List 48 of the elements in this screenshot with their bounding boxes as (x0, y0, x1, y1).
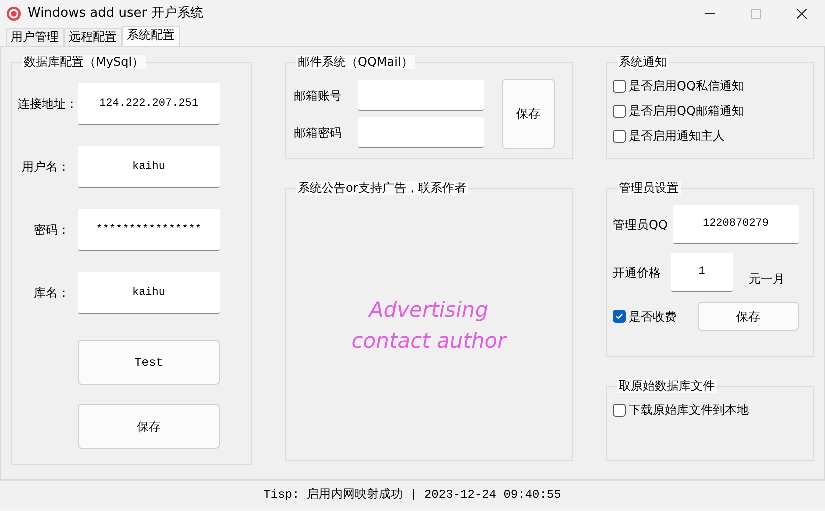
checkbox-label: 是否收费 (629, 308, 677, 326)
input-field[interactable]: kaihu (78, 272, 220, 314)
field-label: 连接地址： (18, 96, 78, 113)
maximize-icon (751, 9, 761, 19)
save-button[interactable]: 保存 (698, 302, 799, 331)
checkbox-label: 是否启用QQ私信通知 (629, 78, 744, 95)
group-title: 取原始数据库文件 (617, 379, 717, 393)
field-label: 密码： (33, 222, 70, 239)
group-title: 数据库配置（MySql） (22, 55, 146, 69)
field-label: 管理员QQ (613, 216, 668, 234)
app-icon (7, 7, 21, 21)
group-title: 系统公告or支持广告，联系作者 (296, 181, 468, 195)
field-label: 用户名： (21, 159, 70, 176)
ad-text: contact author (352, 328, 506, 355)
checkbox[interactable] (613, 80, 626, 92)
window-title: Windows add user 开户系统 (28, 5, 204, 24)
field-label: 库名： (33, 285, 70, 302)
field-label: 邮箱密码 (293, 124, 343, 142)
save-button[interactable]: 保存 (502, 79, 555, 149)
checkbox-label: 是否启用QQ邮箱通知 (629, 103, 744, 120)
field-label: 邮箱账号 (293, 88, 343, 104)
ad-text: Advertising (369, 297, 489, 324)
save-button[interactable]: 保存 (78, 404, 220, 449)
input-field[interactable]: kaihu (78, 146, 220, 188)
checkbox[interactable] (613, 310, 626, 323)
group-title: 邮件系统（QQMail） (296, 55, 416, 69)
checkbox-label: 是否启用通知主人 (629, 128, 725, 145)
input-field[interactable]: **************** (78, 209, 220, 251)
checkbox[interactable] (613, 104, 626, 118)
group-title: 管理员设置 (617, 181, 681, 195)
field-label: 开通价格 (613, 264, 661, 282)
input-field[interactable]: 1220870279 (673, 205, 799, 244)
input-field[interactable] (358, 117, 484, 148)
unit-label: 元一月 (749, 270, 785, 288)
tab[interactable]: 系统配置 (122, 26, 180, 46)
input-field[interactable]: 124.222.207.251 (78, 83, 220, 125)
group-title: 系统通知 (617, 55, 669, 69)
close-icon (797, 9, 807, 19)
checkbox[interactable] (613, 404, 626, 416)
status-text: Tisp: 启用内网映射成功 | 2023-12-24 09:40:55 (264, 486, 562, 504)
checkbox[interactable] (613, 130, 626, 142)
tab[interactable]: 用户管理 (6, 28, 64, 46)
input-field[interactable]: 1 (671, 253, 733, 292)
checkmark-icon (615, 312, 624, 321)
test-button[interactable]: Test (78, 340, 220, 385)
tab[interactable]: 远程配置 (64, 28, 122, 46)
input-field[interactable] (358, 80, 484, 111)
checkbox-label: 下载原始库文件到本地 (629, 402, 749, 419)
